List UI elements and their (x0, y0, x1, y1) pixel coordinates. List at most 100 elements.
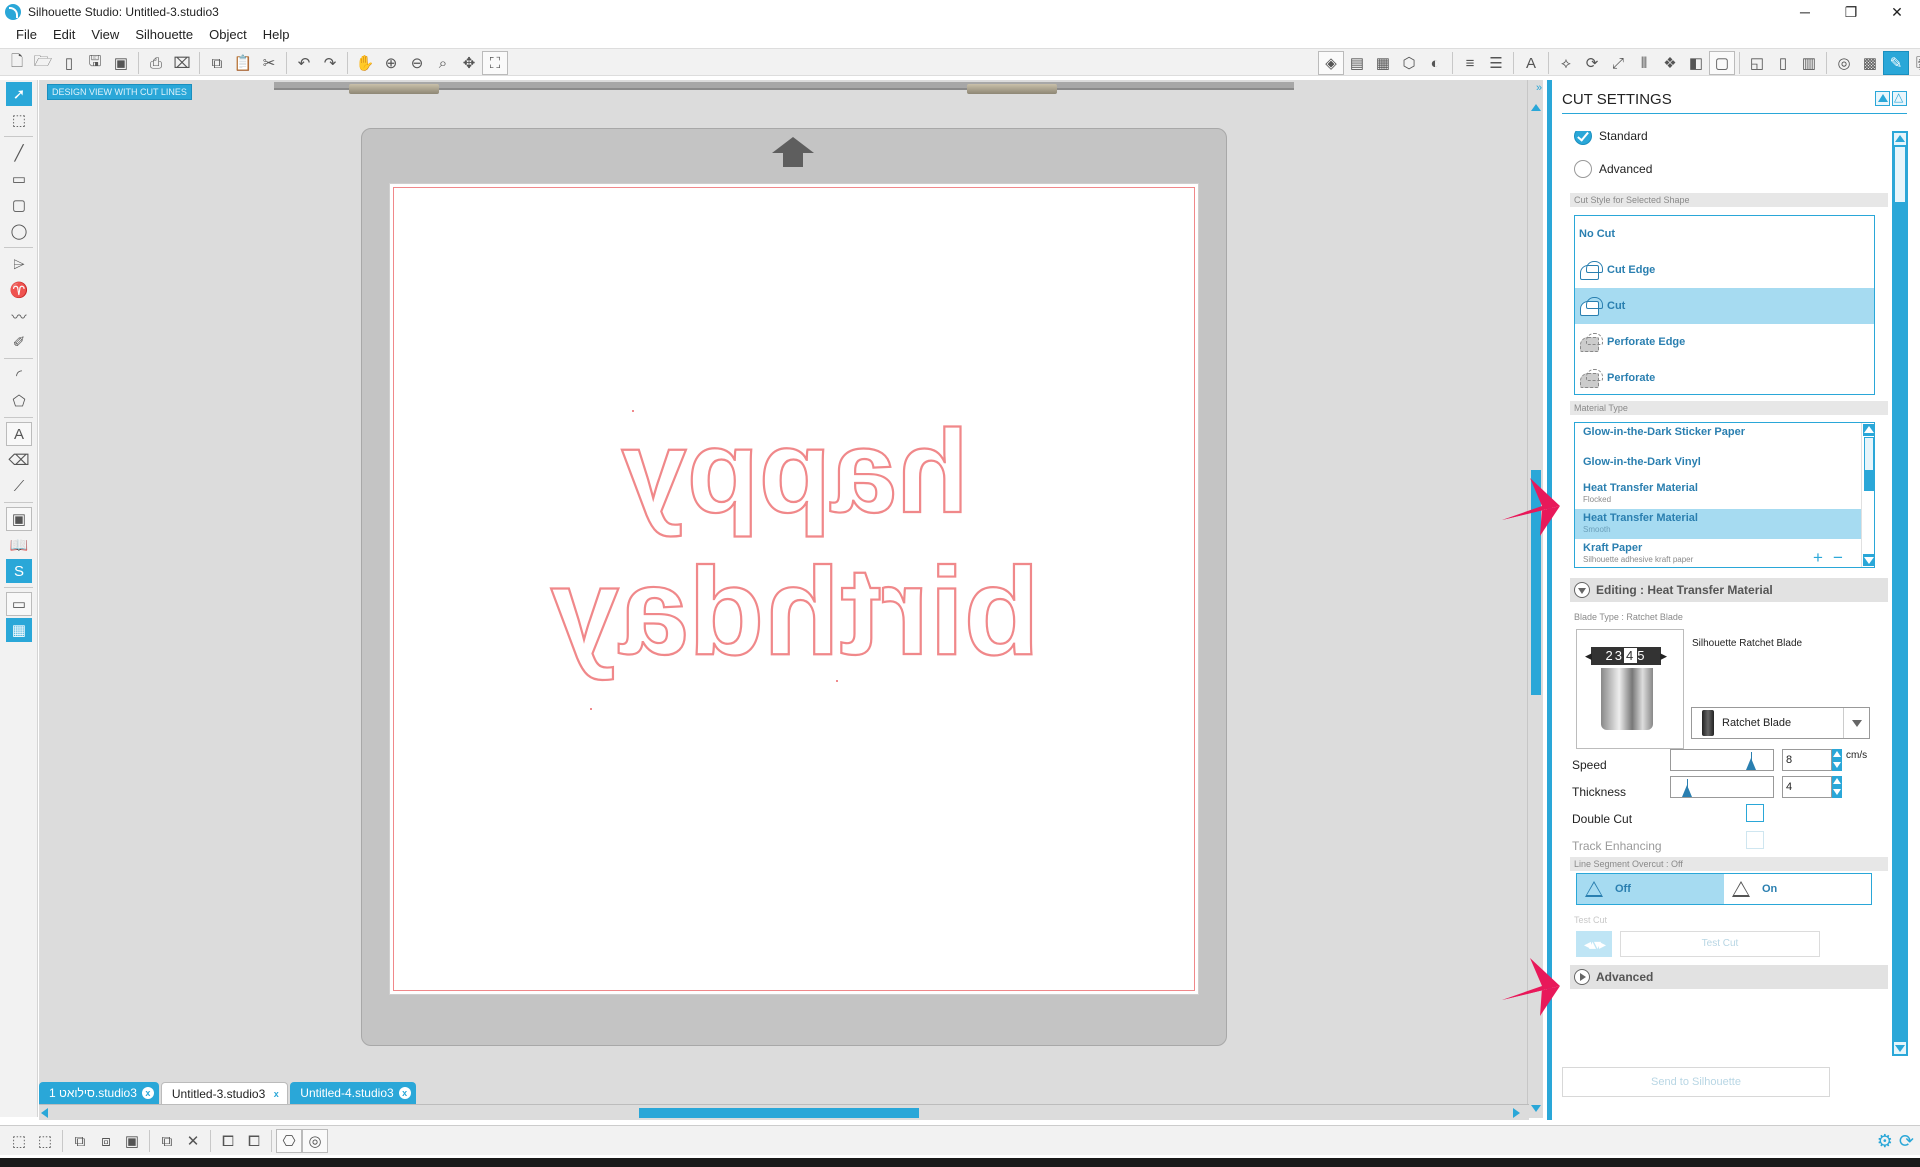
trace-icon[interactable]: ◱ (1744, 51, 1770, 75)
mode-advanced-option[interactable]: Advanced (1574, 160, 1652, 178)
line-tool-icon[interactable]: ╱ (6, 141, 32, 165)
mode-standard-option[interactable]: Standard (1574, 131, 1648, 145)
material-item[interactable]: Glow-in-the-Dark Sticker Paper (1575, 423, 1861, 453)
speed-input[interactable]: 8 (1782, 749, 1832, 771)
delete-icon[interactable]: ✕ (180, 1129, 206, 1153)
speed-stepper[interactable] (1832, 749, 1842, 771)
artwork-svg[interactable]: happy birthday (390, 184, 1200, 996)
scroll-thumb[interactable] (1895, 147, 1905, 202)
menu-object[interactable]: Object (201, 27, 255, 42)
fill-pattern-icon[interactable]: ⬡ (1396, 51, 1422, 75)
panel-expand-icon[interactable] (1892, 90, 1907, 106)
open-folder-icon[interactable]: 🗁 (30, 51, 56, 75)
cut-scissors-icon[interactable]: ✂ (256, 51, 282, 75)
group-icon[interactable]: ⬚ (6, 1129, 32, 1153)
release-compound-icon[interactable]: ⧠ (241, 1129, 267, 1153)
track-enhancing-checkbox[interactable] (1746, 831, 1764, 849)
text-tool-icon[interactable]: A (6, 422, 32, 446)
design-workspace[interactable]: DESIGN VIEW WITH CUT LINES happy birthda… (39, 80, 1543, 1118)
cut-style-cut-edge[interactable]: Cut Edge (1575, 252, 1874, 288)
fit-to-page-icon[interactable]: ⛶ (482, 51, 508, 75)
advanced-section[interactable]: Advanced (1570, 965, 1888, 989)
test-cut-button[interactable]: Test Cut (1620, 931, 1820, 957)
restore-button[interactable]: ❐ (1828, 0, 1874, 24)
rotate-view-icon[interactable]: ▯ (1770, 51, 1796, 75)
new-document-icon[interactable]: 🗋 (4, 51, 30, 75)
menu-file[interactable]: File (8, 27, 45, 42)
editing-material-section[interactable]: Editing : Heat Transfer Material (1570, 578, 1888, 602)
bring-forward-icon[interactable]: ⧉ (67, 1129, 93, 1153)
cut-style-perforate[interactable]: Perforate (1575, 360, 1874, 396)
scroll-right-arrow-icon[interactable] (1513, 1108, 1520, 1118)
curve-tool-icon[interactable]: ♈ (6, 278, 32, 302)
print-cut-icon[interactable]: ⌧ (169, 51, 195, 75)
expand-right-icon[interactable] (1574, 969, 1590, 985)
scale-icon[interactable]: ⤢ (1605, 51, 1631, 75)
tab-close-icon[interactable]: x (398, 1087, 411, 1099)
scroll-up-arrow-icon[interactable] (1863, 424, 1874, 436)
artwork-text-birthday[interactable]: birthday (549, 542, 1040, 682)
tab-close-icon[interactable]: x (141, 1087, 154, 1099)
line-style-icon[interactable]: ☰ (1483, 51, 1509, 75)
line-color-icon[interactable]: ≡ (1457, 51, 1483, 75)
cut-style-cut[interactable]: Cut (1575, 288, 1874, 324)
print-icon[interactable]: ⎙ (143, 51, 169, 75)
thickness-slider[interactable] (1670, 776, 1774, 798)
scroll-up-arrow-icon[interactable] (1894, 133, 1906, 145)
online-store-icon[interactable]: S (6, 559, 32, 583)
regular-polygon-icon[interactable]: ⬠ (6, 389, 32, 413)
send-to-silhouette-button[interactable]: Send to Silhouette (1562, 1067, 1830, 1097)
paste-icon[interactable]: 📋 (230, 51, 256, 75)
scroll-thumb[interactable] (639, 1108, 919, 1118)
test-cut-position-arrows-icon[interactable]: ◂▴▾▸ (1576, 931, 1612, 957)
knife-icon[interactable]: ▥ (1796, 51, 1822, 75)
collapse-panel-icon[interactable]: » (1531, 83, 1542, 94)
artwork-text-happy[interactable]: happy (620, 405, 970, 539)
zoom-out-icon[interactable]: ⊖ (404, 51, 430, 75)
material-item[interactable]: Heat Transfer Material Flocked (1575, 479, 1861, 509)
collapse-down-icon[interactable] (1574, 582, 1590, 598)
select-arrow-icon[interactable]: ➚ (6, 82, 32, 106)
rounded-rectangle-tool-icon[interactable]: ▢ (6, 193, 32, 217)
edit-points-icon[interactable]: ⬚ (6, 108, 32, 132)
tab-close-icon[interactable]: x (270, 1088, 282, 1100)
cut-style-perforate-edge[interactable]: Perforate Edge (1575, 324, 1874, 360)
menu-silhouette[interactable]: Silhouette (127, 27, 201, 42)
cut-style-no-cut[interactable]: No Cut (1575, 216, 1874, 252)
page-setup-icon[interactable]: ▤ (1344, 51, 1370, 75)
radio-advanced[interactable] (1574, 160, 1592, 178)
speed-slider[interactable] (1670, 749, 1774, 771)
document-tab[interactable]: Untitled-4.studio3 x (290, 1082, 416, 1104)
menu-help[interactable]: Help (255, 27, 298, 42)
minimize-button[interactable]: ─ (1782, 0, 1828, 24)
thickness-slider-thumb[interactable] (1682, 785, 1692, 797)
library-icon[interactable]: ▩ (1857, 51, 1883, 75)
bring-to-front-icon[interactable]: ▣ (119, 1129, 145, 1153)
modify-icon[interactable]: ◧ (1683, 51, 1709, 75)
transform-icon[interactable]: ⟡ (1553, 51, 1579, 75)
eraser-icon[interactable]: ⌫ (6, 448, 32, 472)
grid-icon[interactable]: ▦ (1370, 51, 1396, 75)
close-button[interactable]: ✕ (1874, 0, 1920, 24)
document-tab-active[interactable]: Untitled-3.studio3 x (160, 1082, 289, 1104)
design-page[interactable]: happy birthday (389, 183, 1199, 995)
chevron-down-icon[interactable] (1843, 708, 1869, 738)
offset-icon[interactable]: ▢ (1709, 51, 1735, 75)
speed-slider-thumb[interactable] (1746, 758, 1756, 770)
canvas-horizontal-scrollbar[interactable] (39, 1104, 1529, 1120)
settings-gear-icon[interactable]: ⚙ (1877, 1131, 1893, 1152)
scroll-down-arrow-icon[interactable] (1531, 1105, 1541, 1112)
window-layout-icon[interactable]: ▭ (6, 592, 32, 616)
freehand-tool-icon[interactable]: 〰 (6, 304, 32, 328)
panel-pin-icon[interactable] (1875, 91, 1890, 106)
overcut-on-button[interactable]: On (1724, 874, 1871, 904)
save-to-library-icon[interactable]: ▣ (108, 51, 134, 75)
remove-material-icon[interactable]: − (1833, 549, 1843, 567)
page-view-icon[interactable]: ▣ (6, 507, 32, 531)
make-compound-icon[interactable]: ⧠ (215, 1129, 241, 1153)
redo-icon[interactable]: ↷ (317, 51, 343, 75)
scroll-thumb[interactable] (1864, 437, 1874, 471)
blade-type-select[interactable]: Ratchet Blade (1691, 707, 1870, 739)
material-item-selected[interactable]: Heat Transfer Material Smooth (1575, 509, 1861, 539)
replicate-icon[interactable]: ❖ (1657, 51, 1683, 75)
